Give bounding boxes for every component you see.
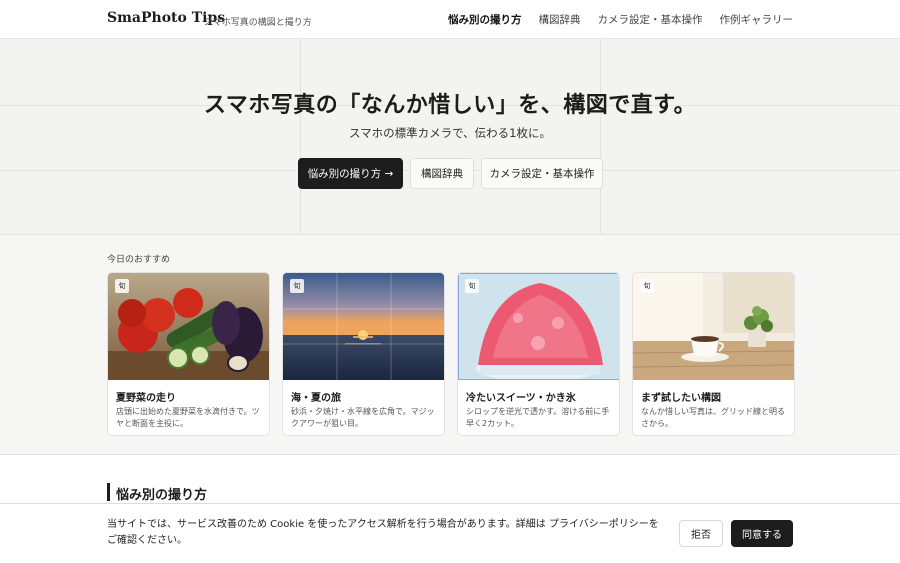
pick-card-shaved-ice[interactable]: 旬 冷たいスイーツ・かき氷 シロップを逆光で透かす。溶ける前に手早く2カット。 xyxy=(457,272,620,436)
season-badge: 旬 xyxy=(290,279,304,293)
coffee-plant-image: 旬 xyxy=(633,273,794,380)
section-accent-bar xyxy=(107,483,110,501)
todays-picks: 今日のおすすめ 旬 夏野菜の走り 店頭に出始めた夏野菜を水滴付きで。ツヤと断面を… xyxy=(0,235,900,455)
shaved-ice-image: 旬 xyxy=(458,273,619,380)
card-description: なんか惜しい写真は、グリッド線と明るさから。 xyxy=(641,407,785,428)
site-tagline: スマホ写真の構図と撮り方 xyxy=(204,18,312,28)
pick-cards: 旬 夏野菜の走り 店頭に出始めた夏野菜を水滴付きで。ツヤと断面を主役に。 旬 海… xyxy=(107,272,795,436)
nav-item-gallery[interactable]: 作例ギャラリー xyxy=(720,12,794,27)
site-header: SmaPhoto Tips スマホ写真の構図と撮り方 悩み別の撮り方 構図辞典 … xyxy=(0,0,900,39)
card-description: 店頭に出始めた夏野菜を水滴付きで。ツヤと断面を主役に。 xyxy=(116,407,260,428)
section-title: 悩み別の撮り方 xyxy=(116,488,208,503)
nav-item-dictionary[interactable]: 構図辞典 xyxy=(539,12,581,27)
main-nav: 悩み別の撮り方 構図辞典 カメラ設定・基本操作 作例ギャラリー xyxy=(448,12,793,27)
problems-button[interactable]: 悩み別の撮り方 → xyxy=(298,158,403,189)
hero-subtitle: スマホの標準カメラで、伝わる1枚に。 xyxy=(348,126,551,140)
problems-section: 悩み別の撮り方 xyxy=(0,455,900,505)
card-title: 海・夏の旅 xyxy=(291,393,341,404)
hero-buttons: 悩み別の撮り方 → 構図辞典 カメラ設定・基本操作 xyxy=(298,158,603,189)
hero-title: スマホ写真の「なんか惜しい」を、構図で直す。 xyxy=(203,93,697,118)
picks-label: 今日のおすすめ xyxy=(107,255,171,265)
cookie-text: 当サイトでは、サービス改善のため Cookie を使ったアクセス解析を行う場合が… xyxy=(107,519,659,546)
pick-card-sea[interactable]: 旬 海・夏の旅 砂浜・夕焼け・水平線を広角で。マジックアワーが狙い目。 xyxy=(282,272,445,436)
cookie-reject-button[interactable]: 拒否 xyxy=(679,520,723,547)
season-badge: 旬 xyxy=(115,279,129,293)
season-badge: 旬 xyxy=(465,279,479,293)
cookie-banner: 当サイトでは、サービス改善のため Cookie を使ったアクセス解析を行う場合が… xyxy=(0,503,900,563)
vegetables-image: 旬 xyxy=(108,273,269,380)
camera-settings-button[interactable]: カメラ設定・基本操作 xyxy=(481,158,603,189)
dictionary-button[interactable]: 構図辞典 xyxy=(410,158,474,189)
nav-item-camera-settings[interactable]: カメラ設定・基本操作 xyxy=(598,12,703,27)
pick-card-composition[interactable]: 旬 まず試したい構図 なんか惜しい写真は、グリッド線と明るさから。 xyxy=(632,272,795,436)
nav-item-problems[interactable]: 悩み別の撮り方 xyxy=(448,12,522,27)
season-badge: 旬 xyxy=(640,279,654,293)
card-title: 夏野菜の走り xyxy=(116,393,176,404)
card-description: 砂浜・夕焼け・水平線を広角で。マジックアワーが狙い目。 xyxy=(291,407,435,428)
cookie-accept-button[interactable]: 同意する xyxy=(731,520,793,547)
card-title: 冷たいスイーツ・かき氷 xyxy=(466,393,576,404)
card-title: まず試したい構図 xyxy=(641,393,721,404)
hero-section: スマホ写真の「なんか惜しい」を、構図で直す。 スマホの標準カメラで、伝わる1枚に… xyxy=(0,39,900,235)
sunset-sea-image: 旬 xyxy=(283,273,444,380)
card-description: シロップを逆光で透かす。溶ける前に手早く2カット。 xyxy=(466,407,610,428)
pick-card-vegetables[interactable]: 旬 夏野菜の走り 店頭に出始めた夏野菜を水滴付きで。ツヤと断面を主役に。 xyxy=(107,272,270,436)
